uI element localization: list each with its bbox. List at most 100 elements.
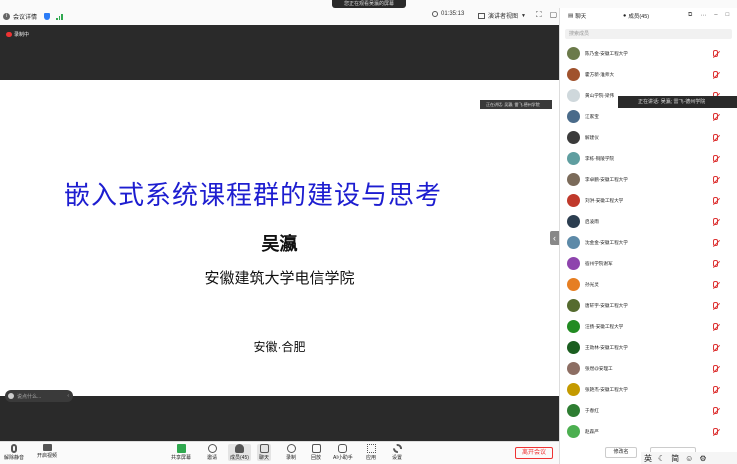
quick-chat-input[interactable]: 说点什么... ‹ (5, 390, 73, 402)
avatar (567, 47, 580, 60)
mic-muted-icon[interactable] (713, 386, 718, 393)
mic-muted-icon[interactable] (713, 239, 718, 246)
avatar (567, 257, 580, 270)
clock-icon (432, 11, 438, 17)
signal-icon[interactable] (56, 13, 63, 20)
member-row[interactable]: 于春红 (560, 400, 737, 421)
apps-icon (366, 444, 376, 453)
now-watching-banner[interactable]: 您正在观看吴瀛的屏幕 (332, 0, 406, 8)
leave-meeting-button[interactable]: 离开会议 (515, 447, 553, 459)
member-row[interactable]: 启凌雨 (560, 211, 737, 232)
record-icon (6, 32, 12, 37)
view-mode-button[interactable]: 演讲者视图 ▼ (478, 11, 526, 20)
mic-muted-icon[interactable] (713, 323, 718, 330)
member-name: 李栋-铜陵学院 (585, 155, 615, 161)
member-row[interactable]: 宿州学院谢军 (560, 253, 737, 274)
invite-button[interactable]: 邀请 (207, 444, 217, 461)
mic-muted-icon[interactable] (713, 344, 718, 351)
ai-assistant-button[interactable]: AI小助手 (333, 444, 353, 461)
member-row[interactable]: 孙光灵 (560, 274, 737, 295)
panel-header-icons: ⧉ ⋯ – □ ✕ (688, 12, 737, 19)
member-row[interactable]: 张煜@安理工 (560, 358, 737, 379)
unmute-button[interactable]: 解除静音 (4, 444, 24, 461)
invite-label: 邀请 (207, 455, 218, 461)
smile-icon[interactable]: ☺ (685, 454, 693, 463)
member-name: 解建仪 (585, 134, 599, 140)
meeting-info-button[interactable]: i 会议详情 (3, 12, 63, 21)
member-row[interactable]: 赵森严 (560, 421, 737, 442)
mic-muted-icon[interactable] (713, 260, 718, 267)
member-row[interactable]: 汪扬-安徽工程大学 (560, 316, 737, 337)
member-search-input[interactable]: 搜索成员 (565, 29, 732, 39)
member-row[interactable]: 刘洪-安徽工程大学 (560, 190, 737, 211)
member-row[interactable]: 张艳杰-安徽工程大学 (560, 379, 737, 400)
avatar (567, 299, 580, 312)
fullscreen-icon[interactable]: ⛶ (536, 10, 542, 20)
avatar (567, 215, 580, 228)
avatar (567, 110, 580, 123)
collapse-panel-handle[interactable]: ‹ (550, 231, 559, 245)
slide-title: 嵌入式系统课程群的建设与思考 (64, 181, 443, 211)
rename-button[interactable]: 修改名 (605, 447, 637, 458)
mic-muted-icon[interactable] (713, 113, 718, 120)
ai-label: AI小助手 (333, 455, 353, 461)
gear-icon[interactable]: ⚙ (699, 454, 706, 463)
mic-muted-icon[interactable] (713, 50, 718, 57)
moon-icon[interactable]: ☾ (658, 454, 665, 463)
avatar (567, 425, 580, 438)
avatar (567, 68, 580, 81)
ime-language[interactable]: 英 (644, 453, 652, 464)
apps-button[interactable]: 应用 (366, 444, 376, 461)
start-video-button[interactable]: 开启视频 (37, 444, 57, 459)
replay-button[interactable]: 回放 (311, 444, 321, 461)
mic-muted-icon[interactable] (713, 197, 718, 204)
member-row[interactable]: 李卓鹏-安徽工程大学 (560, 169, 737, 190)
slide-author: 吴瀛 (261, 234, 298, 254)
minimize-icon[interactable]: – (714, 12, 717, 19)
member-row[interactable]: 霍方新-淮师大 (560, 64, 737, 85)
mic-muted-icon[interactable] (713, 281, 718, 288)
ime-mode[interactable]: 简 (671, 453, 679, 464)
avatar (567, 194, 580, 207)
gear-icon (392, 444, 402, 453)
mic-muted-icon[interactable] (713, 218, 718, 225)
mic-muted-icon[interactable] (713, 71, 718, 78)
share-screen-icon (176, 444, 186, 453)
member-name: 江家宝 (585, 113, 599, 119)
member-row[interactable]: 王劭林-安徽工程大学 (560, 337, 737, 358)
member-row[interactable]: 陈乃金-安徽工程大学 (560, 43, 737, 64)
member-row[interactable]: 李栋-铜陵学院 (560, 148, 737, 169)
avatar (567, 89, 580, 102)
popout-icon[interactable]: ⧉ (688, 12, 692, 19)
settings-button[interactable]: 设置 (392, 444, 402, 461)
mic-muted-icon[interactable] (713, 176, 718, 183)
chat-button[interactable]: 聊天 (257, 444, 272, 461)
share-screen-button[interactable]: 共享屏幕 (171, 444, 191, 461)
settings-label: 设置 (392, 455, 403, 461)
more-icon[interactable]: ⋯ (700, 12, 706, 19)
record-button[interactable]: 录制 (286, 444, 296, 461)
chevron-left-icon[interactable]: ‹ (67, 393, 69, 399)
member-row[interactable]: 唐轩宇-安徽工程大学 (560, 295, 737, 316)
member-name: 启凌雨 (585, 218, 599, 224)
pin-icon[interactable]: ▢ (550, 10, 558, 20)
member-row[interactable]: 江家宝 (560, 106, 737, 127)
shield-icon[interactable] (44, 13, 51, 20)
mic-muted-icon[interactable] (713, 428, 718, 435)
tab-members[interactable]: ● 成员(45) (623, 12, 649, 20)
member-name: 陈乃金-安徽工程大学 (585, 50, 628, 56)
chat-placeholder: 说点什么... (17, 393, 42, 400)
mic-muted-icon[interactable] (713, 134, 718, 141)
maximize-icon[interactable]: □ (726, 12, 730, 19)
members-button[interactable]: 成员(45) (228, 444, 251, 461)
avatar (567, 131, 580, 144)
mic-muted-icon[interactable] (713, 407, 718, 414)
emoji-icon[interactable] (8, 393, 14, 399)
avatar (567, 404, 580, 417)
member-row[interactable]: 解建仪 (560, 127, 737, 148)
mic-muted-icon[interactable] (713, 365, 718, 372)
mic-muted-icon[interactable] (713, 155, 718, 162)
member-row[interactable]: 沈金金-安徽工程大学 (560, 232, 737, 253)
tab-chat[interactable]: ▤ 聊天 (568, 12, 586, 20)
mic-muted-icon[interactable] (713, 302, 718, 309)
